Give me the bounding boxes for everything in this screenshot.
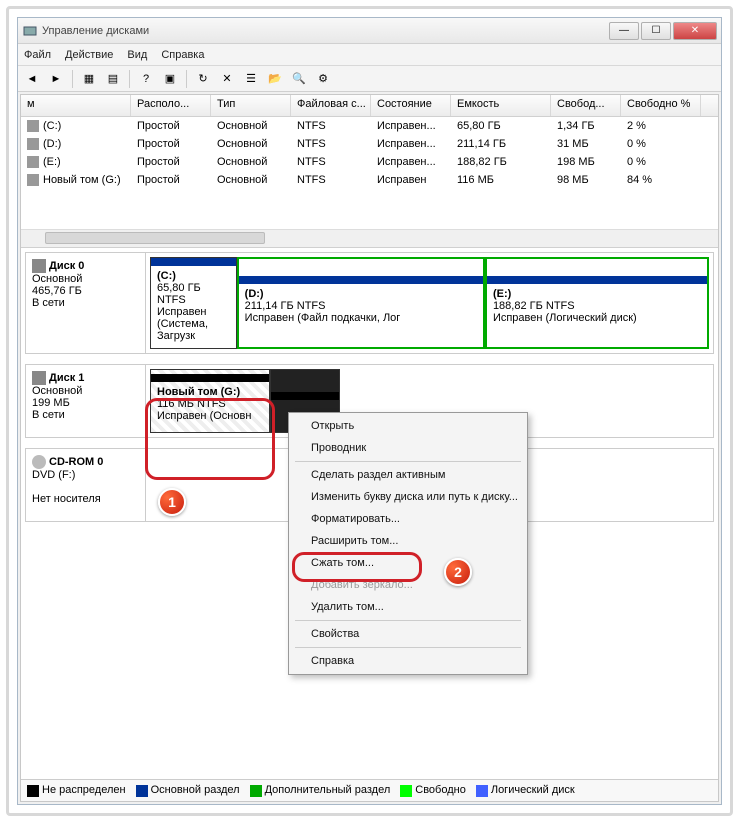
open-icon[interactable]: 📂 <box>265 69 285 89</box>
legend: Не распределен Основной раздел Дополните… <box>21 779 718 801</box>
ctx-shrink[interactable]: Сжать том... <box>291 552 525 574</box>
titlebar[interactable]: Управление дисками — ☐ ✕ <box>18 18 721 44</box>
col-type[interactable]: Тип <box>211 95 291 116</box>
volume-icon <box>27 120 39 132</box>
col-free[interactable]: Свобод... <box>551 95 621 116</box>
volume-g[interactable]: Новый том (G:) 116 МБ NTFS Исправен (Осн… <box>150 369 270 433</box>
legend-ext-icon <box>250 785 262 797</box>
table-row[interactable]: (E:)ПростойОсновнойNTFSИсправен...188,82… <box>21 153 718 171</box>
delete-icon[interactable]: ✕ <box>217 69 237 89</box>
find-icon[interactable]: 🔍 <box>289 69 309 89</box>
ctx-active[interactable]: Сделать раздел активным <box>291 464 525 486</box>
legend-free-icon <box>400 785 412 797</box>
cdrom-info: CD-ROM 0 DVD (F:) Нет носителя <box>26 449 146 521</box>
col-status[interactable]: Состояние <box>371 95 451 116</box>
toolbar: ◄ ► ▦ ▤ ? ▣ ↻ ✕ ☰ 📂 🔍 ⚙ <box>18 66 721 92</box>
cdrom-icon <box>32 455 46 469</box>
help-icon[interactable]: ? <box>136 69 156 89</box>
forward-icon[interactable]: ► <box>46 69 66 89</box>
ctx-mirror: Добавить зеркало... <box>291 574 525 596</box>
disk-1-info: Диск 1 Основной 199 МБ В сети <box>26 365 146 437</box>
ctx-delete[interactable]: Удалить том... <box>291 596 525 618</box>
list-icon[interactable]: ▤ <box>103 69 123 89</box>
annotation-badge-2: 2 <box>444 558 472 586</box>
maximize-button[interactable]: ☐ <box>641 22 671 40</box>
properties-icon[interactable]: ☰ <box>241 69 261 89</box>
back-icon[interactable]: ◄ <box>22 69 42 89</box>
ctx-change-letter[interactable]: Изменить букву диска или путь к диску... <box>291 486 525 508</box>
wizard-icon[interactable]: ⚙ <box>313 69 333 89</box>
close-button[interactable]: ✕ <box>673 22 717 40</box>
col-fs[interactable]: Файловая с... <box>291 95 371 116</box>
ctx-format[interactable]: Форматировать... <box>291 508 525 530</box>
volume-icon <box>27 156 39 168</box>
annotation-badge-1: 1 <box>158 488 186 516</box>
ctx-open[interactable]: Открыть <box>291 415 525 437</box>
menubar: Файл Действие Вид Справка <box>18 44 721 66</box>
menu-action[interactable]: Действие <box>65 49 113 61</box>
col-pct[interactable]: Свободно % <box>621 95 701 116</box>
volume-icon <box>27 138 39 150</box>
context-menu: Открыть Проводник Сделать раздел активны… <box>288 412 528 675</box>
ctx-extend[interactable]: Расширить том... <box>291 530 525 552</box>
col-capacity[interactable]: Емкость <box>451 95 551 116</box>
volume-icon <box>27 174 39 186</box>
volume-c[interactable]: (C:) 65,80 ГБ NTFS Исправен (Система, За… <box>150 257 237 349</box>
disk-icon <box>32 371 46 385</box>
disk-0-info: Диск 0 Основной 465,76 ГБ В сети <box>26 253 146 353</box>
minimize-button[interactable]: — <box>609 22 639 40</box>
grid-header: м Располо... Тип Файловая с... Состояние… <box>21 95 718 117</box>
settings-icon[interactable]: ▣ <box>160 69 180 89</box>
volume-grid: м Располо... Тип Файловая с... Состояние… <box>21 95 718 248</box>
app-icon <box>22 23 38 39</box>
legend-primary-icon <box>136 785 148 797</box>
ctx-explorer[interactable]: Проводник <box>291 437 525 459</box>
refresh-icon[interactable]: ↻ <box>193 69 213 89</box>
ctx-help[interactable]: Справка <box>291 650 525 672</box>
horizontal-scrollbar[interactable] <box>21 229 718 247</box>
col-name[interactable]: м <box>21 95 131 116</box>
table-row[interactable]: (D:)ПростойОсновнойNTFSИсправен...211,14… <box>21 135 718 153</box>
col-layout[interactable]: Располо... <box>131 95 211 116</box>
volume-e[interactable]: (E:) 188,82 ГБ NTFS Исправен (Логический… <box>485 257 709 349</box>
menu-view[interactable]: Вид <box>127 49 147 61</box>
disk-row-0: Диск 0 Основной 465,76 ГБ В сети (C:) 65… <box>25 252 714 354</box>
table-row[interactable]: (C:)ПростойОсновнойNTFSИсправен...65,80 … <box>21 117 718 135</box>
volume-d[interactable]: (D:) 211,14 ГБ NTFS Исправен (Файл подка… <box>237 257 485 349</box>
legend-logical-icon <box>476 785 488 797</box>
table-row[interactable]: Новый том (G:)ПростойОсновнойNTFSИсправе… <box>21 171 718 189</box>
menu-file[interactable]: Файл <box>24 49 51 61</box>
menu-help[interactable]: Справка <box>161 49 204 61</box>
grid-body: (C:)ПростойОсновнойNTFSИсправен...65,80 … <box>21 117 718 189</box>
legend-unalloc-icon <box>27 785 39 797</box>
disk-icon <box>32 259 46 273</box>
disk-management-window: Управление дисками — ☐ ✕ Файл Действие В… <box>17 17 722 805</box>
ctx-properties[interactable]: Свойства <box>291 623 525 645</box>
window-title: Управление дисками <box>42 25 609 37</box>
view-icon[interactable]: ▦ <box>79 69 99 89</box>
